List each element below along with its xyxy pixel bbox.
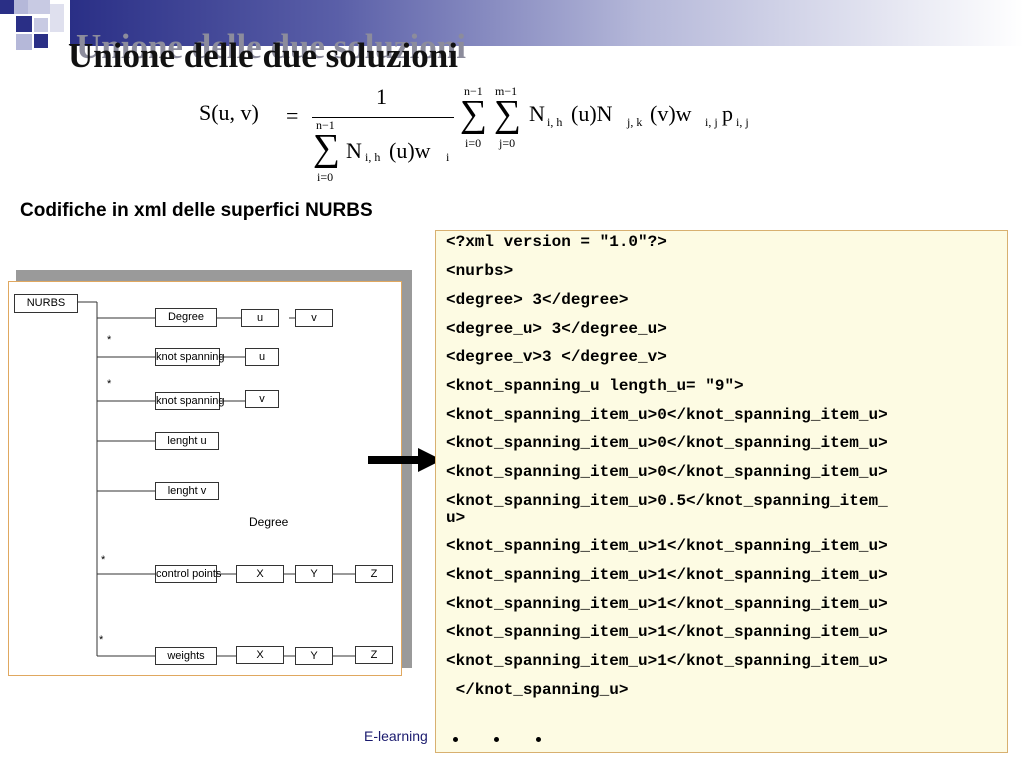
xml-line: <knot_spanning_item_u>1</knot_spanning_i… xyxy=(446,623,888,641)
term-n1: N xyxy=(529,101,545,126)
subtitle: Codifiche in xml delle superfici NURBS xyxy=(20,200,373,221)
decor-square xyxy=(28,0,50,14)
xml-line: <knot_spanning_item_u>0</knot_spanning_i… xyxy=(446,406,888,424)
xml-line: <knot_spanning_item_u>1</knot_spanning_i… xyxy=(446,652,888,670)
formula-lhs: S(u, v) xyxy=(199,100,259,125)
formula-numerator: 1 xyxy=(376,84,387,109)
decor-square xyxy=(0,0,14,14)
xml-line: <knot_spanning_item_u>0</knot_spanning_i… xyxy=(446,463,888,481)
xml-line: u> xyxy=(446,509,466,527)
xml-line: <knot_spanning_u length_u= "9"> xyxy=(446,377,744,395)
multiplicity-star: * xyxy=(107,378,112,390)
xml-line: <knot_spanning_item_u>1</knot_spanning_i… xyxy=(446,566,888,584)
term-p: p xyxy=(722,101,733,126)
multiplicity-star: * xyxy=(99,634,104,646)
node-lenght-u: lenght u xyxy=(155,432,219,450)
formula-equals: = xyxy=(286,103,299,128)
xml-line: <knot_spanning_item_u>0.5</knot_spanning… xyxy=(446,492,888,510)
term-n1-sub: i, h xyxy=(547,115,563,129)
denom-term-arg: (u)w xyxy=(389,138,431,163)
node-degree-u: u xyxy=(241,309,279,327)
node-knot-v-child: v xyxy=(245,390,279,408)
sum1-bottom: i=0 xyxy=(465,136,482,150)
term-p-sub: i, j xyxy=(736,115,749,129)
term-arg2: (v)w xyxy=(650,101,692,126)
decor-square xyxy=(50,4,64,32)
node-w-x: X xyxy=(236,646,284,664)
denom-term: N xyxy=(346,138,362,163)
decor-square xyxy=(14,0,28,14)
node-w-y: Y xyxy=(295,647,333,665)
multiplicity-star: * xyxy=(101,554,106,566)
node-cp-z: Z xyxy=(355,565,393,583)
xml-line: <?xml version = "1.0"?> xyxy=(446,233,667,251)
node-degree: Degree xyxy=(155,308,217,327)
node-w-z: Z xyxy=(355,646,393,664)
xml-line: <degree_v>3 </degree_v> xyxy=(446,348,667,366)
denom-term-arg-sub: i xyxy=(446,150,450,164)
node-cp-y: Y xyxy=(295,565,333,583)
node-degree-v: v xyxy=(295,309,333,327)
denom-term-sub: i, h xyxy=(365,150,381,164)
nurbs-tree-diagram: NURBS Degree u v * knot spanning u * kno… xyxy=(8,281,402,676)
arrow-right-icon xyxy=(368,456,424,464)
term-n2-sub: j, k xyxy=(627,115,643,129)
node-control-points: control points xyxy=(155,565,221,583)
diagram-degree-label: Degree xyxy=(249,515,289,529)
denom-sum-bottom: i=0 xyxy=(317,170,334,184)
xml-line: <knot_spanning_item_u>1</knot_spanning_i… xyxy=(446,537,888,555)
node-nurbs: NURBS xyxy=(14,294,78,313)
term-arg1: (u)N xyxy=(571,101,613,126)
xml-line: <degree_u> 3</degree_u> xyxy=(446,320,667,338)
ellipsis-dot xyxy=(453,737,458,742)
decor-square xyxy=(16,16,32,32)
xml-line: <nurbs> xyxy=(446,262,514,280)
node-knot-u-child: u xyxy=(245,348,279,366)
ellipsis-dot xyxy=(494,737,499,742)
decor-square xyxy=(16,34,32,50)
node-weights: weights xyxy=(155,647,217,665)
decor-square xyxy=(34,34,48,48)
footer-text: E-learning xyxy=(364,728,428,744)
sum2-bottom: j=0 xyxy=(499,136,516,150)
tree-connectors xyxy=(78,301,355,657)
node-knot-spanning-u: knot spanning xyxy=(155,348,225,366)
decor-square xyxy=(34,18,48,32)
sum2-sigma: ∑ xyxy=(494,93,522,135)
multiplicity-star: * xyxy=(107,334,112,346)
node-lenght-v: lenght v xyxy=(155,482,219,500)
xml-line: <knot_spanning_item_u>1</knot_spanning_i… xyxy=(446,595,888,613)
node-knot-spanning-v: knot spanning xyxy=(155,392,225,410)
xml-code-panel: <?xml version = "1.0"?> <nurbs> <degree>… xyxy=(435,230,1008,753)
term-w-sub: i, j xyxy=(705,115,718,129)
xml-line: </knot_spanning_u> xyxy=(446,681,629,699)
sum1-sigma: ∑ xyxy=(460,93,488,135)
node-cp-x: X xyxy=(236,565,284,583)
slide-title: Unione delle due soluzioni xyxy=(68,36,458,75)
xml-line: <knot_spanning_item_u>0</knot_spanning_i… xyxy=(446,434,888,452)
denom-sigma: ∑ xyxy=(313,127,341,169)
ellipsis-dot xyxy=(536,737,541,742)
xml-line: <degree> 3</degree> xyxy=(446,291,629,309)
